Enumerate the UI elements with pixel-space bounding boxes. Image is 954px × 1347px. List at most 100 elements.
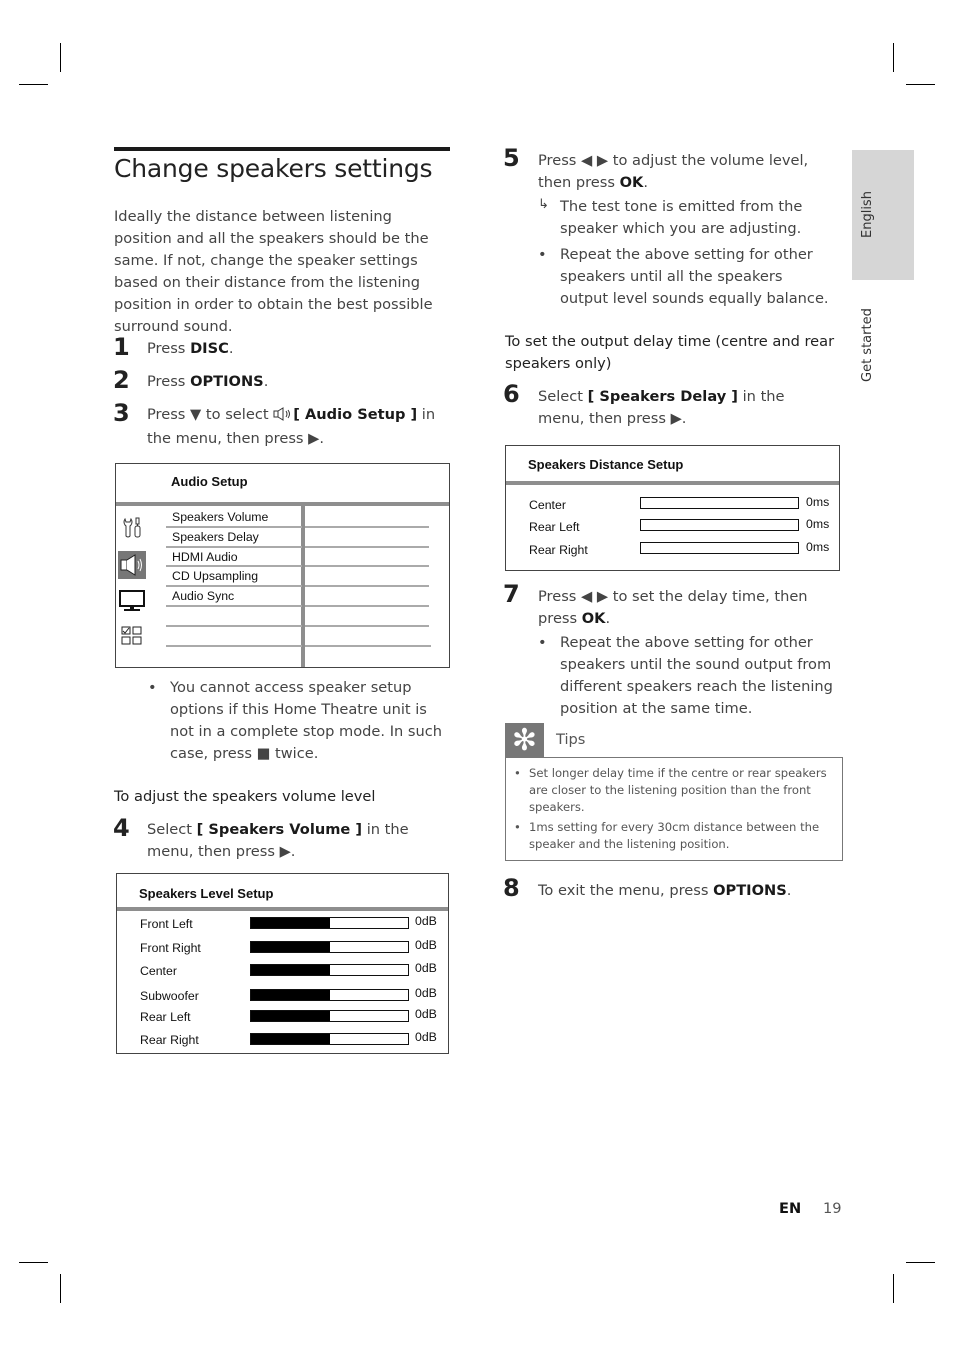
video-setup-icon[interactable] [119,590,145,612]
level-meter[interactable] [640,497,799,509]
tips-label: Tips [556,731,586,748]
crop-mark [893,1274,894,1303]
crop-mark [906,84,935,85]
tip-text: Set longer delay time if the centre or r… [529,766,827,814]
step-number: 4 [113,814,130,842]
speakers-level-setup: Speakers Level Setup Front Left 0dB Front … [116,873,449,1054]
level-meter-fill [251,1011,330,1021]
menu-item-hdmi-audio[interactable]: HDMI Audio [172,550,238,564]
step-text-part: . [786,882,792,899]
meter-label: Center [529,498,566,512]
meter-label: Center [140,964,177,978]
preference-setup-icon[interactable] [121,626,143,646]
note-text: Repeat the above setting for other speak… [560,246,829,307]
tip-text: 1ms setting for every 30cm distance betw… [529,820,820,851]
step-text-part: Press ◀ ▶ to set the delay time, then pr… [538,588,808,627]
tip-item: • Set longer delay time if the centre or… [514,765,832,816]
key-name: OPTIONS [713,882,787,899]
meter-value: 0dB [415,1030,437,1044]
level-meter[interactable] [250,917,409,929]
step-4-text: Select [ Speakers Volume ] in the menu, … [147,819,447,863]
level-meter[interactable] [250,941,409,953]
bullet: • [538,246,547,263]
step-number: 2 [113,366,130,394]
step-number: 5 [503,144,520,172]
level-meter[interactable] [250,989,409,1001]
bullet: • [148,679,157,696]
step-number: 8 [503,874,520,902]
note-text: You cannot access speaker setup options … [170,679,443,762]
step-6-text: Select [ Speakers Delay ] in the menu, t… [538,386,828,430]
menu-row-line [166,585,302,587]
key-name: OK [619,174,644,191]
step-text-part: . [643,174,648,191]
step-7-text: Press ◀ ▶ to set the delay time, then pr… [538,586,838,630]
menu-row-line [305,546,429,548]
general-setup-icon[interactable] [121,516,145,540]
level-meter-fill [251,918,330,928]
bullet: • [514,766,521,780]
meter-label: Front Left [140,917,193,931]
menu-item-speakers-delay[interactable]: Speakers Delay [172,530,259,544]
level-meter[interactable] [640,519,799,531]
meter-value: 0dB [415,1007,437,1021]
speakers-distance-setup: Speakers Distance Setup Center 0ms Rear Le… [505,445,840,571]
step-text-part: Select [147,821,197,838]
step-number: 6 [503,380,520,408]
meter-label: Rear Left [529,520,580,534]
step-text-part: . [605,610,611,627]
level-meter[interactable] [250,1033,409,1045]
menu-separator [116,502,449,506]
osd-separator [117,907,448,911]
key-name: [ Audio Setup ] [293,406,418,423]
speaker-icon [273,406,293,428]
level-meter-fill [251,1034,330,1044]
bullet: • [514,820,521,834]
audio-setup-icon[interactable] [118,551,146,579]
crop-mark [60,1274,61,1303]
level-meter[interactable] [250,1010,409,1022]
crop-mark [19,84,48,85]
step-7-note: • Repeat the above setting for other spe… [538,632,833,720]
meter-value: 0dB [415,914,437,928]
page-number: 19 [823,1200,842,1217]
step-number: 3 [113,399,130,427]
level-meter[interactable] [250,964,409,976]
language-tab-label: English [860,191,875,238]
menu-row-line [166,565,302,567]
tip-item: • 1ms setting for every 30cm distance be… [514,819,832,853]
result-arrow-icon: ↳ [538,197,549,212]
key-name: [ Speakers Volume ] [196,821,363,838]
crop-mark [893,43,894,72]
step-text-part: . [263,373,269,390]
intro-paragraph: Ideally the distance between listening p… [114,208,433,335]
level-meter-fill [251,990,330,1000]
meter-label: Rear Right [140,1033,199,1047]
menu-item-speakers-volume[interactable]: Speakers Volume [172,510,268,524]
section-heading-delay: To set the output delay time (centre and… [505,333,835,372]
crop-mark [19,1262,48,1263]
key-name: OPTIONS [190,373,264,390]
menu-row-line [166,605,302,607]
step-8-text: To exit the menu, press OPTIONS. [538,880,838,902]
osd-title: Speakers Distance Setup [528,457,684,472]
page-title: Change speakers settings [114,154,433,183]
menu-row-line [305,585,429,587]
osd-separator [506,481,839,485]
step-1-text: Press DISC. [147,338,233,360]
level-meter[interactable] [640,542,799,554]
meter-value: 0ms [806,540,830,554]
step-number: 7 [503,580,520,608]
meter-value: 0dB [415,986,437,1000]
menu-row-line [166,526,302,528]
menu-row-line [166,546,302,548]
step-5-note: • Repeat the above setting for other spe… [538,244,833,310]
step-text-part: Press ◀ ▶ to adjust the volume level, th… [538,152,809,191]
menu-item-audio-sync[interactable]: Audio Sync [172,589,234,603]
step-5-text: Press ◀ ▶ to adjust the volume level, th… [538,150,843,194]
osd-title: Speakers Level Setup [139,886,274,901]
crop-mark [906,1262,935,1263]
bullet: • [538,634,547,651]
menu-item-cd-upsampling[interactable]: CD Upsampling [172,569,258,583]
key-name: OK [581,610,606,627]
